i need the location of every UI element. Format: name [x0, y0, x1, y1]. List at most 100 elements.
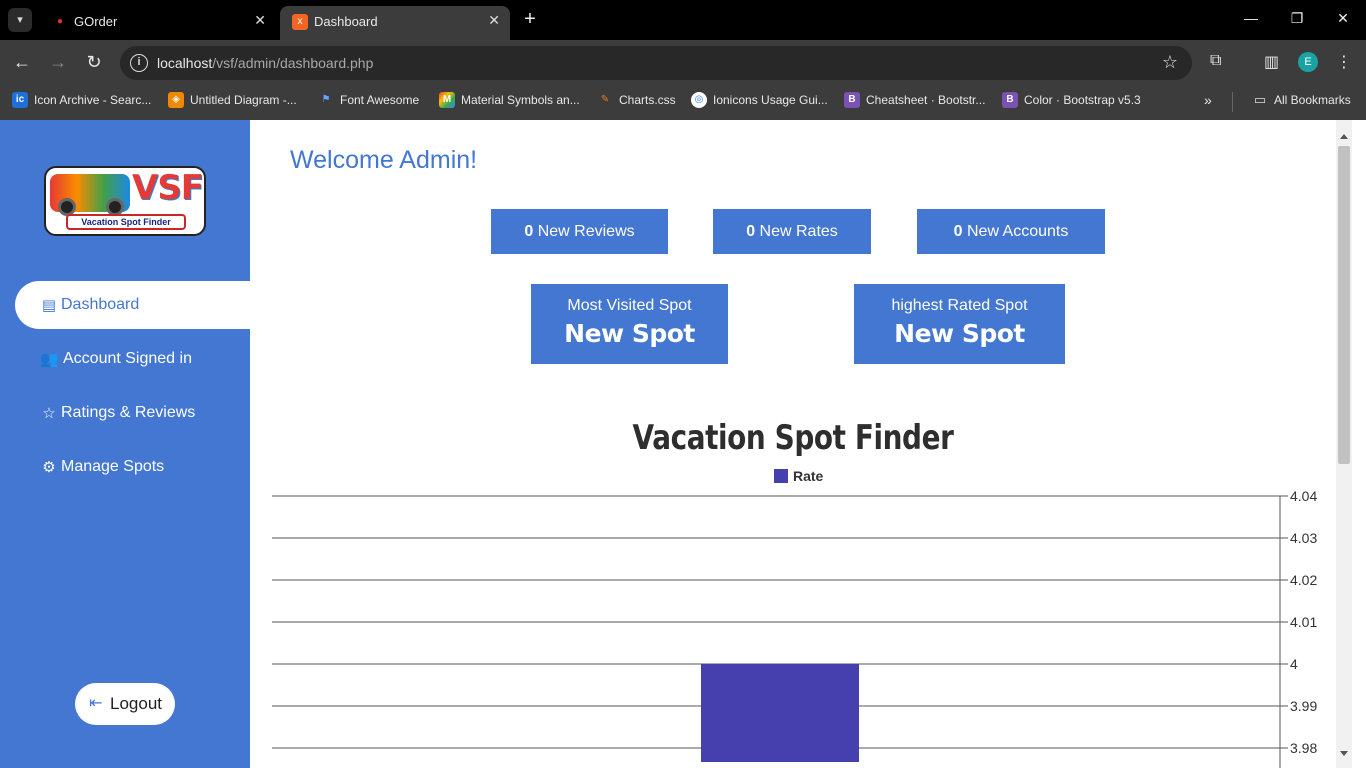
y-tick-label: 3.98 — [1290, 740, 1317, 756]
close-window-button[interactable]: ✕ — [1328, 10, 1358, 27]
charts-icon: ✎ — [600, 94, 610, 105]
table-list-icon: ▤ — [41, 297, 57, 314]
bookmark-label: Cheatsheet · Bootstr... — [866, 93, 986, 107]
rate-bar[interactable] — [701, 664, 859, 762]
url-path: /vsf/admin/dashboard.php — [212, 55, 374, 71]
close-icon[interactable]: ✕ — [488, 12, 500, 29]
stat-count: 0 — [953, 223, 963, 240]
star-icon: ☆ — [42, 405, 56, 422]
sidebar-item-label: Dashboard — [61, 296, 140, 313]
logout-button[interactable]: ⇤ Logout — [75, 683, 175, 725]
bookmark-bootstrap-cheatsheet[interactable]: B Cheatsheet · Bootstr... — [844, 92, 985, 112]
y-tick-label: 4.03 — [1290, 530, 1317, 546]
stat-label: New Rates — [759, 223, 838, 240]
logo-text: VSF — [132, 168, 204, 208]
tab-gorder[interactable]: ● GOrder ✕ — [40, 6, 276, 40]
bootstrap-icon: B — [1002, 92, 1018, 108]
tab-title: Dashboard — [314, 14, 378, 29]
browser-toolbar: ← → ↻ i localhost/vsf/admin/dashboard.ph… — [0, 40, 1366, 86]
address-bar[interactable]: i localhost/vsf/admin/dashboard.php ☆ — [120, 46, 1192, 80]
menu-kebab-icon[interactable]: ⋮ — [1336, 52, 1352, 72]
bookmark-ionicons[interactable]: ◎ Ionicons Usage Gui... — [691, 92, 828, 112]
tab-search-button[interactable]: ▾ — [8, 8, 32, 32]
sidebar-item-manage-spots[interactable]: ⚙ Manage Spots — [15, 443, 250, 491]
scroll-up-arrow-icon[interactable] — [1340, 134, 1348, 139]
stat-count: 0 — [746, 223, 756, 240]
y-tick-label: 4.04 — [1290, 488, 1317, 504]
vsf-logo: VSF Vacation Spot Finder — [44, 166, 206, 236]
spot-card-value: New Spot — [564, 319, 695, 348]
stat-label: New Reviews — [537, 223, 635, 240]
new-reviews-card[interactable]: 0 New Reviews — [491, 209, 668, 254]
page-scrollbar[interactable] — [1336, 120, 1352, 768]
bookmark-label: Icon Archive - Searc... — [34, 93, 152, 107]
scrollbar-thumb[interactable] — [1338, 146, 1350, 464]
bookmark-bootstrap-color[interactable]: B Color · Bootstrap v5.3 — [1002, 92, 1141, 112]
all-bookmarks-label: All Bookmarks — [1274, 93, 1351, 107]
stat-label: New Accounts — [966, 223, 1069, 240]
stat-count: 0 — [524, 223, 534, 240]
page-gutter — [1352, 120, 1366, 768]
more-bookmarks-chevron-icon[interactable]: » — [1204, 92, 1212, 112]
bookmark-label: Color · Bootstrap v5.3 — [1024, 93, 1141, 107]
close-icon[interactable]: ✕ — [254, 12, 266, 29]
bookmark-icon-archive[interactable]: ic Icon Archive - Searc... — [12, 92, 151, 112]
sidebar-item-label: Account Signed in — [63, 350, 192, 367]
restore-button[interactable]: ❐ — [1282, 10, 1312, 27]
new-tab-button[interactable]: + — [518, 8, 542, 31]
bookmark-label: Material Symbols an... — [461, 93, 580, 107]
url-host: localhost — [157, 55, 213, 71]
most-visited-spot-card[interactable]: Most Visited Spot New Spot — [531, 284, 728, 364]
folder-icon: ▭ — [1253, 92, 1267, 107]
bookmark-font-awesome[interactable]: ⚑ Font Awesome — [318, 92, 420, 112]
bookmark-charts-css[interactable]: ✎ Charts.css — [597, 92, 676, 112]
sidebar-item-label: Ratings & Reviews — [61, 404, 196, 421]
bookmark-label: Charts.css — [619, 93, 676, 107]
reload-button[interactable]: ↻ — [82, 52, 106, 73]
drawio-icon: ◈ — [168, 92, 184, 108]
page: VSF Vacation Spot Finder ▤ Dashboard 👥 A… — [0, 120, 1366, 768]
sidebar-item-label: Manage Spots — [61, 458, 165, 475]
all-bookmarks-button[interactable]: ▭ All Bookmarks — [1252, 92, 1351, 112]
back-button[interactable]: ← — [10, 52, 34, 73]
y-tick-label: 4.02 — [1290, 572, 1317, 588]
bootstrap-icon: B — [844, 92, 860, 108]
grab-icon: ● — [56, 16, 64, 27]
gear-icon: ⚙ — [42, 459, 56, 476]
y-tick-label: 4.01 — [1290, 614, 1317, 630]
rate-bar-chart: 4.04 4.03 4.02 4.01 4 3.99 3.98 — [272, 488, 1317, 768]
site-info-icon[interactable]: i — [130, 54, 148, 72]
bookmark-label: Ionicons Usage Gui... — [713, 93, 828, 107]
bookmark-untitled-diagram[interactable]: ◈ Untitled Diagram -... — [168, 92, 297, 112]
minimize-button[interactable]: — — [1236, 10, 1266, 26]
new-rates-card[interactable]: 0 New Rates — [713, 209, 871, 254]
bookmark-star-icon[interactable]: ☆ — [1162, 52, 1178, 73]
bookmark-material-symbols[interactable]: M Material Symbols an... — [439, 92, 580, 112]
sidebar-item-ratings-reviews[interactable]: ☆ Ratings & Reviews — [15, 389, 250, 437]
scroll-down-arrow-icon[interactable] — [1340, 751, 1348, 756]
spot-card-label: highest Rated Spot — [891, 297, 1028, 314]
highest-rated-spot-card[interactable]: highest Rated Spot New Spot — [854, 284, 1065, 364]
sidebar-item-account-signed-in[interactable]: 👥 Account Signed in — [15, 335, 250, 383]
new-accounts-card[interactable]: 0 New Accounts — [917, 209, 1105, 254]
extensions-icon[interactable]: ⧉ — [1210, 52, 1221, 70]
profile-avatar[interactable]: E — [1298, 52, 1318, 72]
tab-title: GOrder — [74, 14, 118, 29]
tab-dashboard[interactable]: x Dashboard ✕ — [280, 6, 510, 40]
y-tick-label: 4 — [1290, 656, 1298, 672]
spot-card-label: Most Visited Spot — [567, 297, 692, 314]
material-icon: M — [439, 92, 455, 108]
y-tick-label: 3.99 — [1290, 698, 1317, 714]
xampp-icon: x — [292, 14, 308, 30]
spot-card-value: New Spot — [894, 319, 1025, 348]
ionicons-icon: ◎ — [691, 92, 707, 108]
bookmarks-divider — [1232, 92, 1233, 112]
page-title: Welcome Admin! — [290, 146, 478, 174]
url-text[interactable]: localhost/vsf/admin/dashboard.php — [157, 55, 373, 71]
sidebar: VSF Vacation Spot Finder ▤ Dashboard 👥 A… — [0, 120, 250, 768]
sidebar-item-dashboard[interactable]: ▤ Dashboard — [15, 281, 250, 329]
users-icon: 👥 — [40, 351, 59, 368]
bookmarks-bar: ic Icon Archive - Searc... ◈ Untitled Diag… — [0, 86, 1366, 120]
side-panel-icon[interactable]: ▥ — [1264, 52, 1279, 72]
forward-button[interactable]: → — [46, 52, 70, 73]
